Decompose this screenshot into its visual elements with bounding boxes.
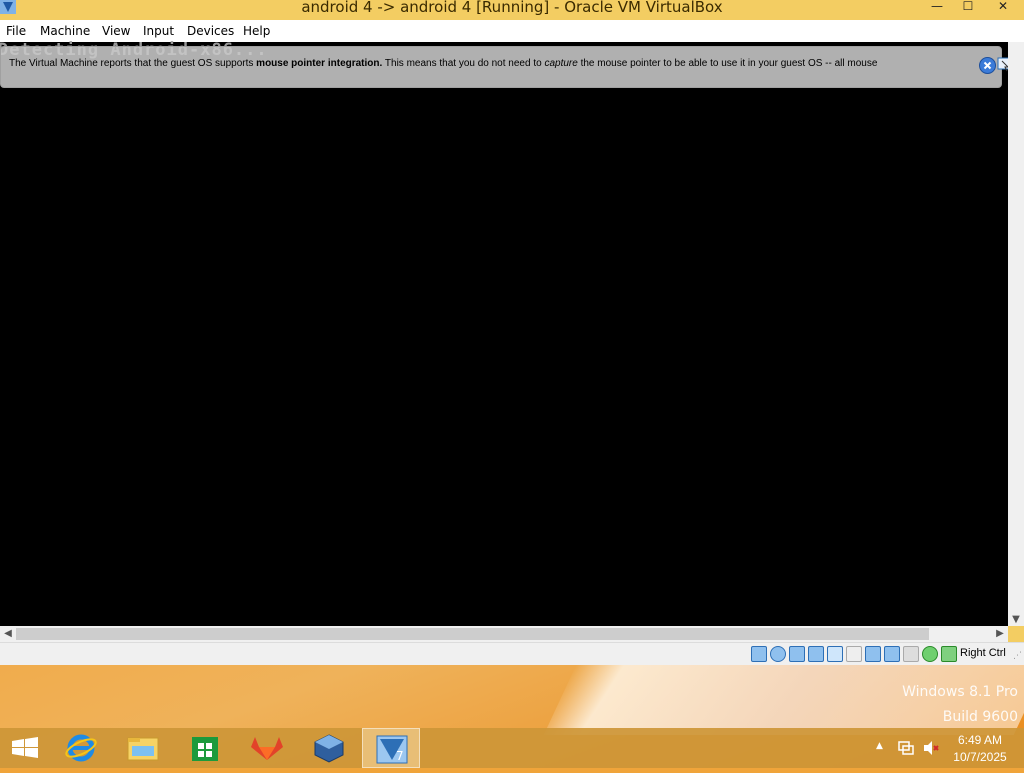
usb-icon[interactable]	[827, 646, 843, 662]
windows-build-watermark: Build 9600	[942, 709, 1018, 725]
notice-text-bold: mouse pointer integration.	[256, 58, 383, 69]
store-icon	[192, 737, 218, 761]
windows-edition-watermark: Windows 8.1 Pro	[902, 684, 1018, 700]
network-tray-icon[interactable]	[897, 739, 915, 757]
display-icon[interactable]	[865, 646, 881, 662]
mouse-integration-icon[interactable]	[941, 646, 957, 662]
resize-grip-icon[interactable]: ⋰	[1013, 651, 1022, 661]
virtualization-icon[interactable]	[903, 646, 919, 662]
shared-folders-icon[interactable]	[846, 646, 862, 662]
start-button[interactable]	[0, 728, 58, 768]
virtualbox-icon	[314, 734, 344, 763]
horizontal-scroll-thumb[interactable]	[16, 628, 929, 640]
show-hidden-icons-icon[interactable]: ▲	[876, 741, 883, 751]
clock-date[interactable]: 10/7/2025	[948, 750, 1012, 764]
mouse-integration-notice: The Virtual Machine reports that the gue…	[0, 46, 1012, 88]
virtualbox-vm-icon: 7	[376, 735, 408, 764]
volume-muted-icon[interactable]	[922, 739, 940, 757]
menu-bar: File Machine View Input Devices Help	[0, 20, 1024, 42]
scroll-down-arrow-icon[interactable]: ▼	[1008, 614, 1024, 625]
host-key-label: Right Ctrl	[960, 647, 1006, 659]
horizontal-scrollbar[interactable]: ◀ ▶	[0, 626, 1008, 642]
menu-view[interactable]: View	[102, 24, 130, 38]
network-icon[interactable]	[808, 646, 824, 662]
menu-machine[interactable]: Machine	[40, 24, 90, 38]
video-capture-icon[interactable]	[884, 646, 900, 662]
title-bar[interactable]: android 4 -> android 4 [Running] - Oracl…	[0, 0, 1024, 20]
taskbar-store[interactable]	[176, 728, 234, 768]
internet-explorer-icon	[65, 734, 97, 762]
minimize-button[interactable]: —	[922, 0, 952, 14]
menu-input[interactable]: Input	[143, 24, 174, 38]
scroll-left-arrow-icon[interactable]: ◀	[0, 628, 16, 639]
start-icon	[12, 737, 38, 758]
window-title: android 4 -> android 4 [Running] - Oracl…	[301, 0, 723, 16]
taskbar-virtualbox[interactable]	[300, 728, 358, 768]
taskbar-internet-explorer[interactable]	[52, 728, 110, 768]
notice-close-icon[interactable]	[979, 57, 996, 74]
taskbar: 7 ▲ 6:49 AM 10/7/2025	[0, 728, 1024, 768]
menu-help[interactable]: Help	[243, 24, 270, 38]
audio-icon[interactable]	[789, 646, 805, 662]
notice-text-suffix: the mouse pointer to be able to use it i…	[577, 58, 878, 69]
vm-display[interactable]: Detecting Android-x86... The Virtual Mac…	[0, 40, 1012, 626]
status-bar: Right Ctrl ⋰	[0, 642, 1024, 665]
vertical-scrollbar[interactable]: ▼	[1008, 42, 1024, 626]
notice-text-prefix: The Virtual Machine reports that the gue…	[9, 58, 257, 69]
taskbar-gitlab[interactable]	[238, 728, 296, 768]
file-explorer-icon	[127, 737, 159, 761]
notice-text-middle: This means that you do not need to	[382, 58, 545, 69]
scroll-right-arrow-icon[interactable]: ▶	[992, 628, 1008, 639]
gitlab-icon	[251, 737, 283, 760]
vm-window: android 4 -> android 4 [Running] - Oracl…	[0, 0, 1024, 665]
svg-text:7: 7	[396, 749, 404, 763]
menu-file[interactable]: File	[6, 24, 26, 38]
maximize-button[interactable]: ☐	[953, 0, 983, 14]
taskbar-virtualbox-vm[interactable]: 7	[362, 728, 420, 768]
notice-text-italic: capture	[544, 58, 578, 69]
menu-devices[interactable]: Devices	[187, 24, 234, 38]
taskbar-file-explorer[interactable]	[114, 728, 172, 768]
hard-disk-icon[interactable]	[751, 646, 767, 662]
notice-message: The Virtual Machine reports that the gue…	[9, 58, 877, 69]
cpu-icon[interactable]	[922, 646, 938, 662]
clock-time[interactable]: 6:49 AM	[955, 733, 1005, 747]
close-button[interactable]: ✕	[988, 0, 1018, 14]
optical-drive-icon[interactable]	[770, 646, 786, 662]
